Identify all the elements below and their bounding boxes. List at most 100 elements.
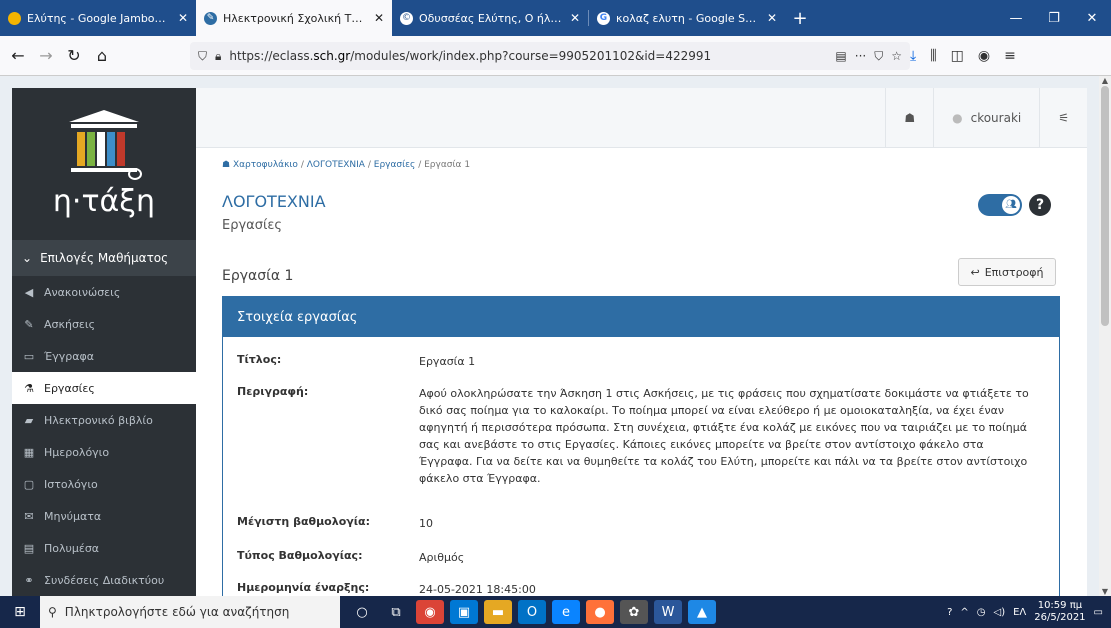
- site-logo[interactable]: η·τάξη: [12, 88, 196, 240]
- users-icon: 👥︎: [1002, 196, 1020, 214]
- blog-icon: ▢: [23, 477, 35, 491]
- sidebar-item-messages[interactable]: ✉ Μηνύματα: [12, 500, 196, 532]
- edge-icon[interactable]: e: [552, 600, 580, 624]
- library-icon[interactable]: ⫼: [930, 48, 936, 64]
- tab-eclass[interactable]: ✎ Ηλεκτρονική Σχολική Τάξη (η- ✕: [196, 0, 392, 36]
- tab-jamboard[interactable]: Ελύτης - Google Jamboard ✕: [0, 0, 196, 36]
- close-tab-icon[interactable]: ✕: [767, 11, 777, 25]
- book-icon: ▰: [24, 413, 34, 427]
- assignment-details-panel: Στοιχεία εργασίας Τίτλος: Εργασία 1 Περι…: [222, 296, 1060, 596]
- chevron-up-icon[interactable]: ^: [960, 607, 968, 618]
- course-options-toggle[interactable]: ⌄ Επιλογές Μαθήματος: [12, 240, 196, 276]
- sidebar-item-exercises[interactable]: ✎ Ασκήσεις: [12, 308, 196, 340]
- film-icon: ▤: [23, 541, 35, 555]
- web-page: η·τάξη ⌄ Επιλογές Μαθήματος ◀ Ανακοινώσει…: [0, 76, 1111, 596]
- pencil-icon: ✎: [24, 317, 34, 331]
- browser-tab-bar: Ελύτης - Google Jamboard ✕ ✎ Ηλεκτρονική…: [0, 0, 1111, 36]
- username: ckouraki: [970, 110, 1022, 125]
- view-mode-toggle[interactable]: 👥︎: [978, 194, 1022, 216]
- system-tray: ? ^ ◷ ◁) ΕΛ 10:59 πμ 26/5/2021 ▭: [947, 600, 1111, 624]
- close-tab-icon[interactable]: ✕: [374, 11, 384, 25]
- close-window-icon[interactable]: ✕: [1073, 0, 1111, 36]
- breadcrumb-section[interactable]: Εργασίες: [374, 160, 416, 170]
- outlook-icon[interactable]: O: [518, 600, 546, 624]
- envelope-icon: ✉: [24, 509, 34, 523]
- sidebar-toggle-icon[interactable]: ◫: [951, 48, 964, 64]
- logo-text: η·τάξη: [52, 183, 156, 219]
- address-bar[interactable]: ⛉ 🔒︎ https://eclass.sch.gr/modules/work/…: [190, 42, 910, 70]
- reply-arrow-icon: ↩: [970, 265, 980, 279]
- tab-elytis-sun[interactable]: © Οδυσσέας Ελύτης, Ο ήλιος ο ηλ ✕: [392, 0, 588, 36]
- tab-google-search[interactable]: G κολαζ ελυτη - Google Search ✕: [589, 0, 785, 36]
- restore-icon[interactable]: ❐: [1035, 0, 1073, 36]
- reload-icon[interactable]: ↻: [60, 42, 88, 70]
- taskbar-search[interactable]: ⚲ Πληκτρολογήστε εδώ για αναζήτηση: [40, 596, 340, 628]
- bookmark-star-icon[interactable]: ☆: [891, 49, 902, 63]
- cortana-icon[interactable]: ○: [348, 600, 376, 624]
- sidebar-item-blog[interactable]: ▢ Ιστολόγιο: [12, 468, 196, 500]
- portfolio-home-button[interactable]: ☗: [885, 87, 933, 148]
- url-text[interactable]: https://eclass.sch.gr/modules/work/index…: [229, 49, 827, 63]
- sidebar-item-multimedia[interactable]: ▤ Πολυμέσα: [12, 532, 196, 564]
- settings-sliders-button[interactable]: ⚟: [1039, 87, 1087, 148]
- notifications-icon[interactable]: ▭: [1094, 607, 1103, 618]
- account-icon[interactable]: ◉: [978, 48, 990, 64]
- store-icon[interactable]: ▣: [450, 600, 478, 624]
- lock-icon[interactable]: 🔒︎: [215, 49, 221, 64]
- windows-taskbar: ⊞ ⚲ Πληκτρολογήστε εδώ για αναζήτηση ○ ⧉…: [0, 596, 1111, 628]
- sidebar-item-calendar[interactable]: ▦ Ημερολόγιο: [12, 436, 196, 468]
- help-tray-icon[interactable]: ?: [947, 607, 952, 618]
- chrome-icon[interactable]: ◉: [416, 600, 444, 624]
- network-icon[interactable]: ◷: [977, 607, 986, 618]
- section-title: Εργασίες: [222, 218, 283, 233]
- scroll-thumb[interactable]: [1101, 86, 1109, 326]
- megaphone-icon: ◀: [24, 285, 34, 299]
- downloads-icon[interactable]: ⤓: [910, 48, 916, 64]
- new-tab-button[interactable]: +: [785, 0, 815, 36]
- pocket-icon[interactable]: ⛉: [874, 49, 883, 64]
- library-logo-icon: [69, 109, 142, 180]
- word-icon[interactable]: W: [654, 600, 682, 624]
- sidebar-item-assignments[interactable]: ⚗ Εργασίες: [12, 372, 196, 404]
- language-indicator[interactable]: ΕΛ: [1013, 607, 1026, 618]
- breadcrumb-course[interactable]: ΛΟΓΟΤΕΧΝΙΑ: [307, 160, 365, 170]
- app-icon[interactable]: ✿: [620, 600, 648, 624]
- forward-arrow-icon[interactable]: →: [32, 42, 60, 70]
- shield-icon[interactable]: ⛉: [198, 49, 207, 64]
- breadcrumb-home[interactable]: ☗ Χαρτοφυλάκιο: [222, 160, 298, 170]
- back-arrow-icon[interactable]: ←: [4, 42, 32, 70]
- close-tab-icon[interactable]: ✕: [570, 11, 580, 25]
- menu-icon[interactable]: ≡: [1004, 48, 1016, 64]
- scroll-down-icon[interactable]: ▼: [1099, 587, 1111, 596]
- volume-icon[interactable]: ◁): [994, 607, 1006, 618]
- sidebar-item-documents[interactable]: ▭ Έγγραφα: [12, 340, 196, 372]
- clock[interactable]: 10:59 πμ 26/5/2021: [1034, 600, 1085, 624]
- close-tab-icon[interactable]: ✕: [178, 11, 188, 25]
- panel-heading: Στοιχεία εργασίας: [223, 297, 1059, 337]
- minimize-icon[interactable]: —: [997, 0, 1035, 36]
- jamboard-icon: [8, 11, 21, 25]
- sidebar-item-ebook[interactable]: ▰ Ηλεκτρονικό βιβλίο: [12, 404, 196, 436]
- scroll-up-icon[interactable]: ▲: [1099, 76, 1111, 85]
- breadcrumb-current: Εργασία 1: [424, 160, 471, 170]
- more-actions-icon[interactable]: ···: [855, 49, 866, 63]
- back-button[interactable]: ↩ Επιστροφή: [958, 258, 1056, 286]
- sidebar-item-announcements[interactable]: ◀ Ανακοινώσεις: [12, 276, 196, 308]
- help-icon[interactable]: ?: [1029, 194, 1051, 216]
- reader-view-icon[interactable]: ▤: [835, 49, 846, 63]
- task-view-icon[interactable]: ⧉: [382, 600, 410, 624]
- page-title: Εργασία 1: [222, 268, 294, 284]
- firefox-icon[interactable]: ●: [586, 600, 614, 624]
- home-icon[interactable]: ⌂: [88, 42, 116, 70]
- file-explorer-icon[interactable]: ▬: [484, 600, 512, 624]
- top-user-bar: ☗ ● ckouraki ⚟: [196, 87, 1087, 148]
- user-menu[interactable]: ● ckouraki: [933, 87, 1039, 148]
- page-scrollbar[interactable]: ▲ ▼: [1099, 76, 1111, 596]
- calendar-icon: ▦: [23, 445, 35, 459]
- windows-start-icon[interactable]: ⊞: [0, 596, 40, 628]
- browser-nav-bar: ← → ↻ ⌂ ⛉ 🔒︎ https://eclass.sch.gr/modul…: [0, 36, 1111, 76]
- course-title[interactable]: ΛΟΓΟΤΕΧΝΙΑ: [222, 192, 326, 211]
- breadcrumb: ☗ Χαρτοφυλάκιο / ΛΟΓΟΤΕΧΝΙΑ / Εργασίες /…: [222, 160, 471, 170]
- photos-icon[interactable]: ▲: [688, 600, 716, 624]
- sidebar-item-links[interactable]: ⚭ Συνδέσεις Διαδικτύου: [12, 564, 196, 596]
